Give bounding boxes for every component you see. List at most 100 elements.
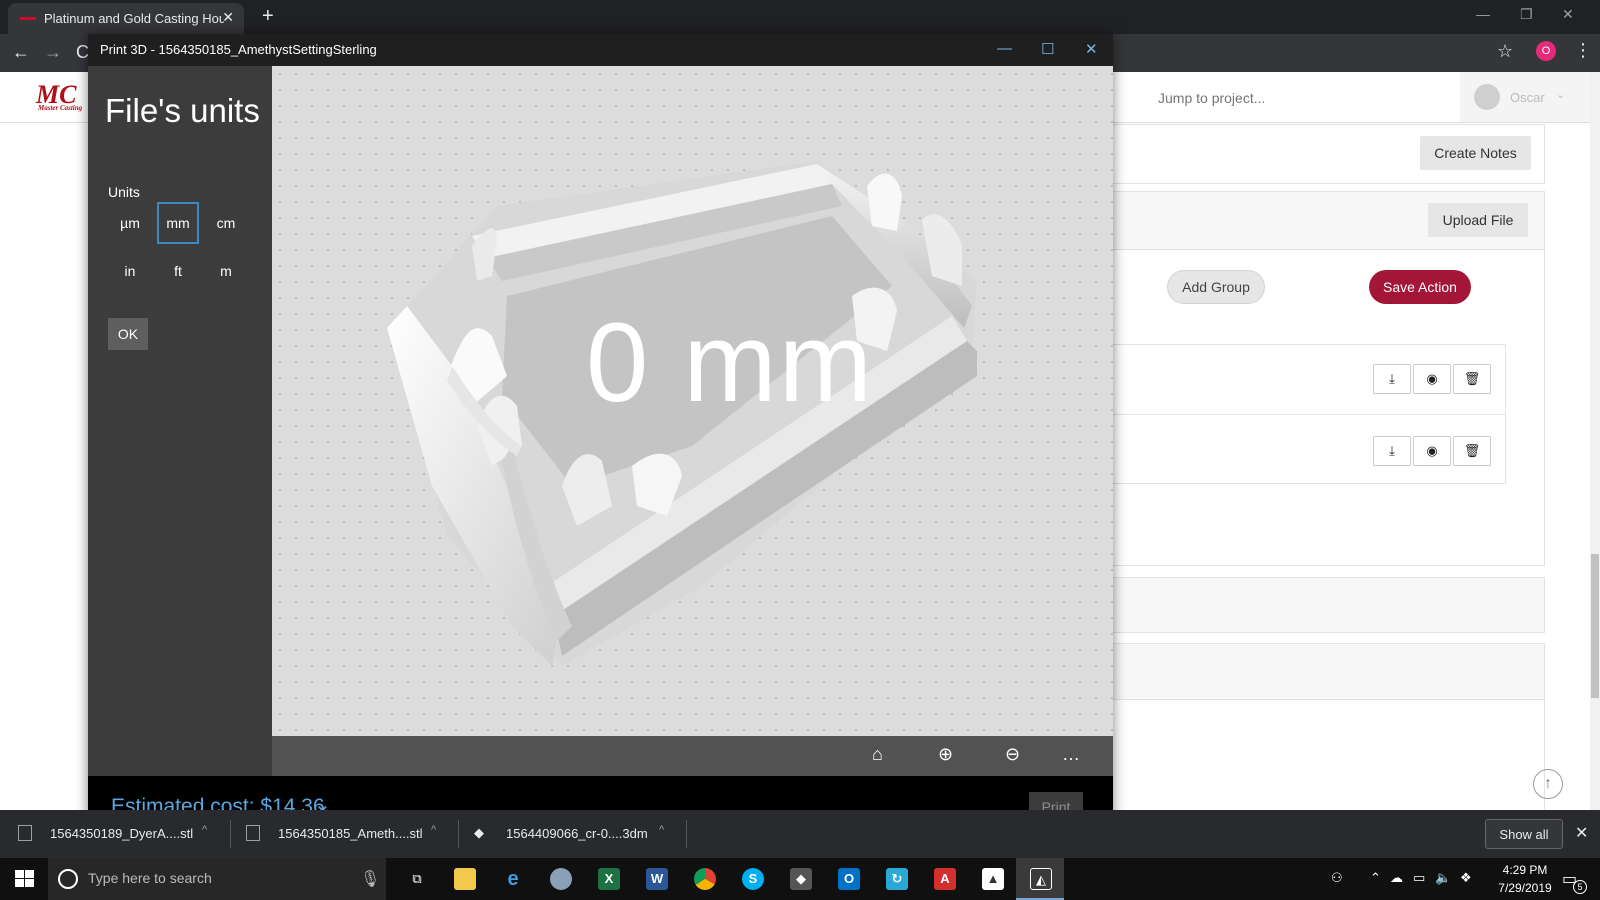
file-icon xyxy=(18,825,32,841)
view-eye-icon[interactable]: ◉ xyxy=(1413,364,1451,394)
outlook-icon[interactable]: O xyxy=(824,858,872,900)
download-icon[interactable]: ⤓ xyxy=(1373,436,1411,466)
scroll-to-top-icon[interactable]: ↑ xyxy=(1533,769,1563,799)
3d-viewport[interactable]: 0 mm xyxy=(272,66,1113,736)
zoom-out-icon[interactable]: ⊖ xyxy=(1005,744,1020,765)
unit-meter-button[interactable]: m xyxy=(205,250,247,292)
chevron-up-icon[interactable]: ^ xyxy=(431,824,436,836)
downloads-bar: 1564350189_DyerA....stl ^ 1564350185_Ame… xyxy=(0,810,1600,858)
back-arrow-icon[interactable]: ← xyxy=(12,42,30,63)
unit-micrometer-button[interactable]: µm xyxy=(109,202,151,244)
download-item[interactable]: 1564350189_DyerA....stl ^ xyxy=(0,810,228,858)
show-all-downloads-button[interactable]: Show all xyxy=(1485,819,1563,849)
taskbar-search-box[interactable]: Type here to search 🎙 xyxy=(48,858,386,900)
clock-time[interactable]: 4:29 PM xyxy=(1490,863,1560,877)
browser-restore-icon[interactable]: ❐ xyxy=(1520,6,1533,23)
unit-millimeter-button[interactable]: mm xyxy=(157,202,199,244)
cinema4d-icon[interactable] xyxy=(536,858,584,900)
units-label: Units xyxy=(108,184,140,200)
zoom-in-icon[interactable]: ⊕ xyxy=(938,744,953,765)
page-scrollbar[interactable] xyxy=(1590,72,1600,810)
site-logo[interactable]: MC Master Casting xyxy=(36,80,90,112)
user-avatar xyxy=(1474,84,1500,110)
dropbox-icon[interactable]: ❖ xyxy=(1460,870,1472,886)
microphone-icon[interactable]: 🎙 xyxy=(360,869,380,889)
chevron-up-icon[interactable]: ^ xyxy=(202,824,207,836)
download-item[interactable]: ◆ 1564409066_cr-0....3dm ^ xyxy=(456,810,684,858)
units-sidebar: File's units Units µm mm cm in ft m OK xyxy=(88,66,272,803)
word-icon[interactable]: W xyxy=(632,858,680,900)
skype-icon[interactable]: S xyxy=(728,858,776,900)
unit-foot-button[interactable]: ft xyxy=(157,250,199,292)
windows-start-icon[interactable] xyxy=(15,870,35,888)
people-icon[interactable]: ⚇ xyxy=(1331,870,1343,886)
divider xyxy=(686,820,687,848)
ok-button[interactable]: OK xyxy=(108,318,148,350)
rhino-icon[interactable]: ◆ xyxy=(776,858,824,900)
new-tab-button[interactable]: + xyxy=(262,5,274,28)
volume-icon[interactable]: 🔈 xyxy=(1435,870,1451,886)
add-group-button[interactable]: Add Group xyxy=(1167,270,1265,304)
units-heading: File's units xyxy=(105,92,260,129)
jump-to-project-input[interactable] xyxy=(1158,82,1458,114)
browser-close-icon[interactable]: ✕ xyxy=(1562,6,1574,23)
chevron-down-icon: ⌄ xyxy=(1556,89,1566,101)
photos-icon[interactable]: ▲ xyxy=(968,858,1016,900)
cortana-icon[interactable] xyxy=(58,869,78,889)
browser-minimize-icon[interactable]: — xyxy=(1476,6,1490,22)
close-downloads-icon[interactable]: ✕ xyxy=(1575,823,1588,843)
excel-icon[interactable]: X xyxy=(584,858,632,900)
dimension-overlay-label: 0 mm xyxy=(586,300,874,425)
notification-count-badge: 5 xyxy=(1573,880,1587,894)
scrollbar-thumb[interactable] xyxy=(1591,554,1599,698)
task-view-icon[interactable]: ⧉ xyxy=(392,858,440,900)
taskbar-search-placeholder: Type here to search xyxy=(88,870,212,886)
download-filename: 1564350189_DyerA....stl xyxy=(50,826,194,841)
unit-inch-button[interactable]: in xyxy=(109,250,151,292)
print3d-window-title: Print 3D - 1564350185_AmethystSettingSte… xyxy=(100,42,377,57)
section-panel xyxy=(1100,643,1545,813)
edge-icon[interactable]: e xyxy=(488,858,536,900)
delete-trash-icon[interactable]: 🗑 xyxy=(1453,364,1491,394)
onedrive-sync-icon[interactable]: ↻ xyxy=(872,858,920,900)
download-filename: 1564350185_Ameth....stl xyxy=(278,826,423,841)
delete-trash-icon[interactable]: 🗑 xyxy=(1453,436,1491,466)
more-options-icon[interactable]: … xyxy=(1062,744,1080,765)
favicon-icon xyxy=(20,17,36,20)
print3d-taskbar-icon[interactable]: ◭ xyxy=(1016,858,1064,900)
browser-tab[interactable]: Platinum and Gold Casting House ✕ xyxy=(8,3,244,34)
clock-date[interactable]: 7/29/2019 xyxy=(1490,881,1560,895)
files-panel-header: Upload File xyxy=(1101,192,1544,250)
tab-close-icon[interactable]: ✕ xyxy=(222,9,234,26)
bookmark-star-icon[interactable]: ☆ xyxy=(1497,41,1513,62)
row-divider xyxy=(1101,414,1505,415)
network-icon[interactable]: ▭ xyxy=(1413,870,1425,886)
section-panel-header xyxy=(1101,644,1544,700)
forward-arrow-icon[interactable]: → xyxy=(44,42,62,63)
window-minimize-icon[interactable]: — xyxy=(997,40,1012,57)
file-explorer-icon[interactable] xyxy=(440,858,488,900)
unit-centimeter-button[interactable]: cm xyxy=(205,202,247,244)
show-hidden-icons-chevron-icon[interactable]: ⌃ xyxy=(1370,870,1381,886)
download-icon[interactable]: ⤓ xyxy=(1373,364,1411,394)
chrome-icon[interactable] xyxy=(680,858,728,900)
window-maximize-icon[interactable]: ☐ xyxy=(1041,40,1054,58)
view-eye-icon[interactable]: ◉ xyxy=(1413,436,1451,466)
browser-menu-icon[interactable]: ⋮ xyxy=(1574,40,1592,61)
download-item[interactable]: 1564350185_Ameth....stl ^ xyxy=(228,810,456,858)
chevron-up-icon[interactable]: ^ xyxy=(659,824,664,836)
profile-avatar-icon[interactable]: O xyxy=(1536,41,1556,61)
window-close-icon[interactable]: ✕ xyxy=(1085,40,1098,58)
save-action-button[interactable]: Save Action xyxy=(1369,270,1471,304)
create-notes-button[interactable]: Create Notes xyxy=(1420,136,1531,170)
user-menu[interactable]: Oscar ⌄ xyxy=(1460,72,1590,122)
section-panel xyxy=(1100,577,1545,633)
upload-file-button[interactable]: Upload File xyxy=(1428,203,1528,237)
windows-taskbar: Type here to search 🎙 ⧉ e X W S ◆ O ↻ A … xyxy=(0,858,1600,900)
reset-view-icon[interactable]: ⌂ xyxy=(872,744,883,765)
onedrive-cloud-icon[interactable]: ☁ xyxy=(1390,870,1403,886)
acrobat-icon[interactable]: A xyxy=(920,858,968,900)
rhino-file-icon: ◆ xyxy=(474,825,484,840)
browser-tab-bar: Platinum and Gold Casting House ✕ + — ❐ … xyxy=(0,0,1600,34)
print3d-titlebar: Print 3D - 1564350185_AmethystSettingSte… xyxy=(88,34,1113,66)
